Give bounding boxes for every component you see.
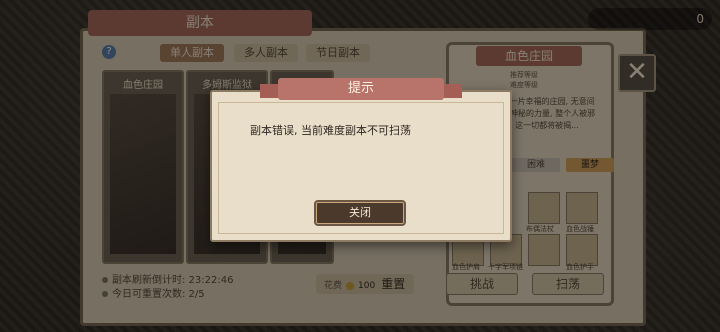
close-button[interactable]: 关闭 bbox=[316, 202, 404, 224]
dialog-title: 提示 bbox=[278, 78, 444, 100]
dialog-message: 副本错误, 当前难度副本不可扫荡 bbox=[250, 124, 411, 137]
